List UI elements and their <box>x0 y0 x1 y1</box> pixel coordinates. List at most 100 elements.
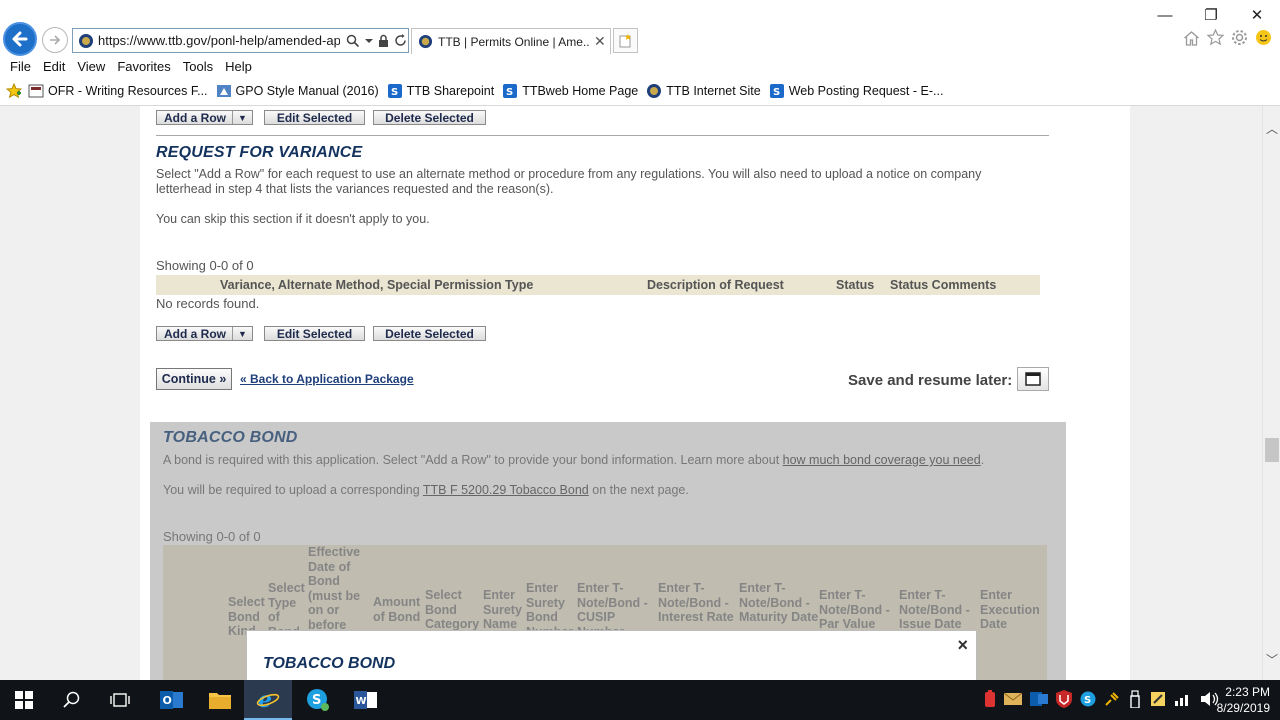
column-header-par-value[interactable]: Enter T-Note/Bond - Par Value <box>819 588 899 632</box>
svg-text:S: S <box>391 87 398 98</box>
task-view-button[interactable] <box>96 680 144 720</box>
address-bar[interactable]: https://www.ttb.gov/ponl-help/amended-ap… <box>72 28 409 53</box>
skype-taskbar-button[interactable]: S <box>294 680 342 720</box>
smiley-icon[interactable] <box>1255 29 1272 46</box>
file-explorer-taskbar-button[interactable] <box>196 680 244 720</box>
usb-icon[interactable] <box>1128 690 1142 708</box>
menu-bar: File Edit View Favorites Tools Help <box>0 57 258 77</box>
battery-icon[interactable] <box>984 690 996 708</box>
skype-icon: S <box>307 689 329 711</box>
star-icon[interactable] <box>1207 29 1224 46</box>
minimize-icon[interactable]: — <box>1142 4 1188 26</box>
chevron-down-icon[interactable]: ▼ <box>232 111 252 124</box>
menu-favorites[interactable]: Favorites <box>111 57 176 77</box>
arrow-left-icon <box>12 31 28 47</box>
search-icon[interactable] <box>346 34 360 48</box>
back-to-application-link[interactable]: « Back to Application Package <box>240 372 414 386</box>
scroll-thumb[interactable] <box>1265 438 1279 462</box>
column-header-amount[interactable]: Amount of Bond <box>373 595 425 624</box>
folder-icon <box>209 693 231 709</box>
tobacco-bond-form-link[interactable]: TTB F 5200.29 Tobacco Bond <box>423 483 589 497</box>
close-tab-icon[interactable]: ✕ <box>594 33 606 50</box>
plug-icon[interactable] <box>1104 691 1120 707</box>
search-button[interactable] <box>48 680 96 720</box>
chevron-down-icon[interactable] <box>365 37 373 45</box>
favorite-item-gpo[interactable]: GPO Style Manual (2016) <box>216 83 379 99</box>
chevron-down-icon[interactable]: ▼ <box>232 327 252 340</box>
task-view-icon <box>110 693 130 707</box>
menu-tools[interactable]: Tools <box>177 57 219 77</box>
word-icon: W <box>354 691 377 709</box>
outlook-tray-icon[interactable] <box>1030 691 1048 707</box>
edit-selected-button[interactable]: Edit Selected <box>264 326 365 341</box>
favorite-item-ttb-sharepoint[interactable]: S TTB Sharepoint <box>387 83 494 99</box>
shield-icon[interactable] <box>1056 690 1072 708</box>
windows-logo-icon <box>15 691 33 709</box>
search-icon <box>63 691 80 708</box>
notes-icon[interactable] <box>1150 691 1166 707</box>
column-header-maturity-date[interactable]: Enter T-Note/Bond - Maturity Date <box>739 581 819 625</box>
column-header-interest-rate[interactable]: Enter T-Note/Bond - Interest Rate <box>658 581 738 625</box>
column-header-description[interactable]: Description of Request <box>647 278 784 292</box>
column-header-status-comments[interactable]: Status Comments <box>890 278 996 292</box>
variance-empty-message: No records found. <box>156 296 260 311</box>
close-icon[interactable]: × <box>957 635 968 656</box>
start-button[interactable] <box>0 680 48 720</box>
column-header-bond-category[interactable]: Select Bond Category <box>425 588 483 632</box>
restore-icon[interactable]: ❐ <box>1188 4 1234 26</box>
favorite-item-ttbweb[interactable]: S TTBweb Home Page <box>502 83 638 99</box>
back-button[interactable] <box>3 22 37 56</box>
menu-help[interactable]: Help <box>219 57 258 77</box>
add-row-button-top[interactable]: Add a Row ▼ <box>156 110 253 125</box>
new-tab-button[interactable] <box>613 28 638 53</box>
refresh-icon[interactable] <box>394 34 407 47</box>
scroll-up-icon[interactable]: ︿ <box>1266 120 1278 137</box>
variance-showing-count: Showing 0-0 of 0 <box>156 258 254 273</box>
arrow-right-icon <box>50 35 61 45</box>
forward-button[interactable] <box>42 27 68 53</box>
delete-selected-button[interactable]: Delete Selected <box>373 326 486 341</box>
mail-icon[interactable] <box>1004 692 1022 706</box>
menu-file[interactable]: File <box>4 57 37 77</box>
column-header-surety-name[interactable]: Enter Surety Name <box>483 588 526 632</box>
url-text[interactable]: https://www.ttb.gov/ponl-help/amended-ap… <box>98 33 340 48</box>
save-button[interactable] <box>1017 367 1049 391</box>
delete-selected-button-top[interactable]: Delete Selected <box>373 110 486 125</box>
wifi-icon[interactable] <box>1174 692 1192 706</box>
lock-icon[interactable] <box>378 34 389 47</box>
edit-selected-button-top[interactable]: Edit Selected <box>264 110 365 125</box>
home-icon[interactable] <box>1183 30 1200 46</box>
favorites-star-icon[interactable] <box>6 83 22 99</box>
favorite-item-ttb-internet[interactable]: TTB Internet Site <box>646 83 761 99</box>
column-header-effective-date[interactable]: Effective Date of Bond (must be on or be… <box>308 545 368 632</box>
taskbar-clock[interactable]: 2:23 PM 8/29/2019 <box>1217 684 1270 716</box>
browser-tab[interactable]: TTB | Permits Online | Ame... ✕ <box>411 28 611 54</box>
variance-grid-header: Variance, Alternate Method, Special Perm… <box>156 275 1040 295</box>
column-header-variance-type[interactable]: Variance, Alternate Method, Special Perm… <box>220 278 533 292</box>
word-taskbar-button[interactable]: W <box>342 680 390 720</box>
column-header-status[interactable]: Status <box>836 278 874 292</box>
skype-tray-icon[interactable]: S <box>1080 691 1096 707</box>
column-header-issue-date[interactable]: Enter T-Note/Bond - Issue Date <box>899 588 979 632</box>
scroll-down-icon[interactable]: ﹀ <box>1266 651 1278 668</box>
gpo-icon <box>216 85 231 97</box>
add-row-button[interactable]: Add a Row ▼ <box>156 326 253 341</box>
gear-icon[interactable] <box>1231 29 1248 46</box>
save-resume-label: Save and resume later: <box>848 372 1013 389</box>
svg-text:S: S <box>773 87 780 98</box>
favorite-item-ofr[interactable]: OFR - Writing Resources F... <box>28 83 208 99</box>
internet-explorer-icon: e <box>256 687 280 711</box>
svg-text:O: O <box>163 694 172 707</box>
internet-explorer-taskbar-button[interactable]: e <box>244 680 292 720</box>
close-window-icon[interactable]: ✕ <box>1234 4 1280 26</box>
variance-skip-note: You can skip this section if it doesn't … <box>156 212 430 226</box>
menu-view[interactable]: View <box>71 57 111 77</box>
bond-coverage-link[interactable]: how much bond coverage you need <box>783 453 981 467</box>
vertical-scrollbar[interactable]: ︿ ﹀ <box>1262 106 1280 680</box>
variance-title: REQUEST FOR VARIANCE <box>156 144 363 161</box>
outlook-taskbar-button[interactable]: O <box>148 680 196 720</box>
continue-button[interactable]: Continue » <box>156 368 232 390</box>
favorite-item-web-posting[interactable]: S Web Posting Request - E-... <box>769 83 943 99</box>
column-header-execution-date[interactable]: Enter Execution Date <box>980 588 1046 632</box>
menu-edit[interactable]: Edit <box>37 57 71 77</box>
